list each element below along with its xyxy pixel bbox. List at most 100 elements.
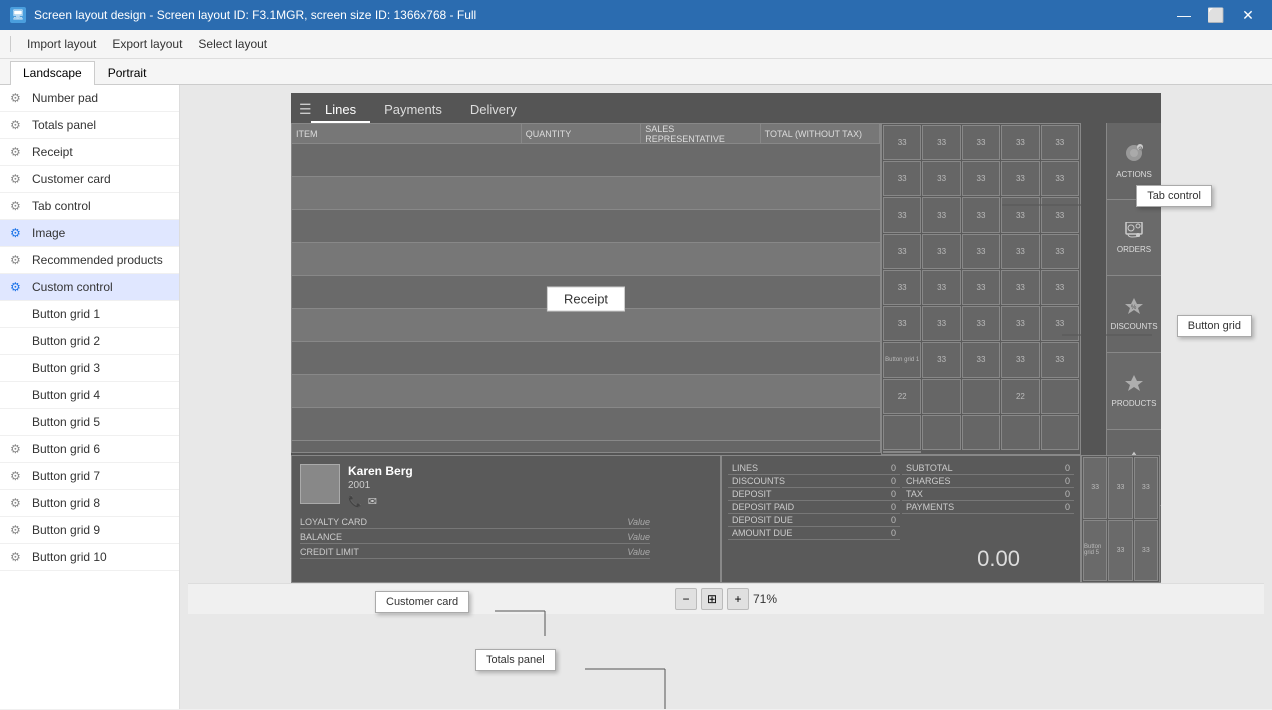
mid-cell[interactable]: 33 <box>922 234 960 269</box>
mid-cell[interactable]: 33 <box>1041 234 1079 269</box>
receipt-row <box>292 177 880 210</box>
mid-cell[interactable]: 33 <box>883 125 921 160</box>
bottom-cell[interactable]: 33 <box>1108 457 1132 519</box>
canvas-tab-payments[interactable]: Payments <box>370 98 456 123</box>
sidebar-item-button-grid-4[interactable]: ⚙ Button grid 4 <box>0 382 179 409</box>
tab-portrait[interactable]: Portrait <box>95 61 160 84</box>
sidebar-item-button-grid-10[interactable]: ⚙ Button grid 10 <box>0 544 179 571</box>
mid-cell[interactable]: 33 <box>1041 342 1079 377</box>
sidebar-item-tab-control[interactable]: ⚙ Tab control <box>0 193 179 220</box>
sidebar-label-image: Image <box>32 226 169 240</box>
mid-cell[interactable] <box>922 415 960 450</box>
sidebar-label-totals-panel: Totals panel <box>32 118 169 132</box>
sidebar-label-button-grid-2: Button grid 2 <box>32 334 169 348</box>
canvas-tab-delivery[interactable]: Delivery <box>456 98 531 123</box>
tab-landscape[interactable]: Landscape <box>10 61 95 85</box>
sidebar-label-button-grid-4: Button grid 4 <box>32 388 169 402</box>
zoom-out-button[interactable]: − <box>675 588 697 610</box>
orders-button[interactable]: ORDERS <box>1107 200 1161 277</box>
mid-cell[interactable]: 33 <box>922 342 960 377</box>
mid-cell[interactable]: 33 <box>962 197 1000 232</box>
mid-cell[interactable]: 33 <box>962 161 1000 196</box>
mid-cell[interactable]: 33 <box>962 306 1000 341</box>
mid-cell[interactable]: 33 <box>1041 270 1079 305</box>
zoom-reset-button[interactable]: ⊞ <box>701 588 723 610</box>
sidebar-item-custom-control[interactable]: ⚙ Custom control <box>0 274 179 301</box>
mid-cell[interactable] <box>1001 415 1039 450</box>
minimize-button[interactable]: — <box>1170 1 1198 29</box>
mid-cell[interactable]: 33 <box>883 161 921 196</box>
mid-cell[interactable]: 33 <box>1041 125 1079 160</box>
mid-cell[interactable]: 33 <box>962 342 1000 377</box>
receipt-row <box>292 408 880 441</box>
mid-cell[interactable]: 33 <box>1001 161 1039 196</box>
canvas-area: ☰ Lines Payments Delivery ITEM QUANTITY … <box>180 85 1272 709</box>
mid-cell[interactable]: 22 <box>1001 379 1039 414</box>
sidebar-item-recommended[interactable]: ⚙ Recommended products <box>0 247 179 274</box>
bottom-cell[interactable]: 33 <box>1083 457 1107 519</box>
totals-row-discounts: DISCOUNTS 0 <box>728 475 900 488</box>
mid-cell[interactable]: 33 <box>883 197 921 232</box>
sidebar-item-button-grid-2[interactable]: ⚙ Button grid 2 <box>0 328 179 355</box>
import-layout-menu[interactable]: Import layout <box>27 37 96 51</box>
receipt-col-total: TOTAL (WITHOUT TAX) <box>761 124 880 143</box>
mid-cell[interactable]: 22 <box>883 379 921 414</box>
customer-field-balance: BALANCE Value <box>300 531 650 544</box>
mid-cell[interactable] <box>1041 379 1079 414</box>
mid-cell[interactable]: 33 <box>922 125 960 160</box>
bottom-cell[interactable]: 33 <box>1134 520 1158 582</box>
customer-contact-icons: 📞 ✉ <box>348 495 712 508</box>
sidebar-item-button-grid-1[interactable]: ⚙ Button grid 1 <box>0 301 179 328</box>
mid-cell[interactable] <box>883 415 921 450</box>
export-layout-menu[interactable]: Export layout <box>112 37 182 51</box>
restore-button[interactable]: ⬜ <box>1202 1 1230 29</box>
mid-cell[interactable]: 33 <box>883 270 921 305</box>
receipt-row <box>292 342 880 375</box>
select-layout-menu[interactable]: Select layout <box>198 37 267 51</box>
sidebar-item-receipt[interactable]: ⚙ Receipt <box>0 139 179 166</box>
sidebar-item-button-grid-7[interactable]: ⚙ Button grid 7 <box>0 463 179 490</box>
discounts-icon: % <box>1124 297 1144 320</box>
bottom-cell[interactable]: 33 <box>1134 457 1158 519</box>
mid-cell[interactable]: 33 <box>883 234 921 269</box>
close-button[interactable]: ✕ <box>1234 1 1262 29</box>
customer-card-top: Karen Berg 2001 📞 ✉ <box>300 464 712 508</box>
mid-cell[interactable] <box>922 379 960 414</box>
receipt-col-item: ITEM <box>292 124 522 143</box>
sidebar-item-totals-panel[interactable]: ⚙ Totals panel <box>0 112 179 139</box>
mid-cell[interactable]: 33 <box>962 234 1000 269</box>
mid-cell[interactable]: 33 <box>922 161 960 196</box>
mid-cell[interactable]: 33 <box>1001 270 1039 305</box>
hamburger-icon[interactable]: ☰ <box>299 101 312 118</box>
bottom-cell[interactable]: 33 <box>1108 520 1132 582</box>
mid-cell[interactable]: 33 <box>1001 306 1039 341</box>
mid-cell[interactable]: 33 <box>962 125 1000 160</box>
sidebar-item-number-pad[interactable]: ⚙ Number pad <box>0 85 179 112</box>
mid-cell[interactable]: 33 <box>1001 125 1039 160</box>
mid-cell[interactable]: 33 <box>962 270 1000 305</box>
sidebar-item-button-grid-8[interactable]: ⚙ Button grid 8 <box>0 490 179 517</box>
sidebar-item-button-grid-3[interactable]: ⚙ Button grid 3 <box>0 355 179 382</box>
mid-cell[interactable] <box>962 379 1000 414</box>
sidebar-item-button-grid-9[interactable]: ⚙ Button grid 9 <box>0 517 179 544</box>
sidebar-item-customer-card[interactable]: ⚙ Customer card <box>0 166 179 193</box>
mid-cell[interactable]: 33 <box>1041 161 1079 196</box>
mid-cell[interactable]: 33 <box>1001 342 1039 377</box>
mid-cell[interactable]: 33 <box>1001 234 1039 269</box>
mid-cell[interactable] <box>962 415 1000 450</box>
products-button[interactable]: PRODUCTS <box>1107 353 1161 430</box>
sidebar-label-number-pad: Number pad <box>32 91 169 105</box>
mid-cell[interactable]: Button grid 1 <box>883 342 921 377</box>
bottom-cell[interactable]: Button grid 5 <box>1083 520 1107 582</box>
sidebar-item-button-grid-5[interactable]: ⚙ Button grid 5 <box>0 409 179 436</box>
mid-cell[interactable]: 33 <box>883 306 921 341</box>
mid-cell[interactable]: 33 <box>922 197 960 232</box>
canvas-tab-lines[interactable]: Lines <box>311 98 370 123</box>
mid-cell[interactable] <box>883 451 921 453</box>
mid-cell[interactable]: 33 <box>922 270 960 305</box>
mid-cell[interactable] <box>1041 415 1079 450</box>
sidebar-item-image[interactable]: ⚙ Image <box>0 220 179 247</box>
zoom-in-button[interactable]: + <box>727 588 749 610</box>
sidebar-item-button-grid-6[interactable]: ⚙ Button grid 6 <box>0 436 179 463</box>
mid-cell[interactable]: 33 <box>922 306 960 341</box>
